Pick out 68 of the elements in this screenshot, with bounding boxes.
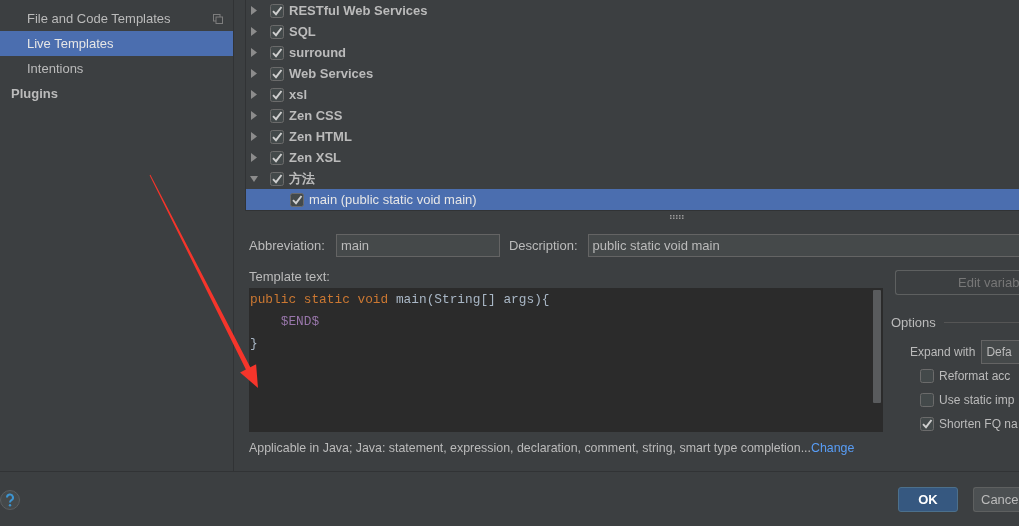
ok-button[interactable]: OK bbox=[898, 486, 958, 512]
checkbox[interactable] bbox=[920, 417, 934, 431]
checkbox[interactable] bbox=[270, 45, 284, 60]
checkbox[interactable] bbox=[270, 171, 284, 186]
template-group-label: SQL bbox=[289, 24, 316, 39]
tree-row[interactable]: surround bbox=[246, 42, 1019, 63]
sidebar-section[interactable]: Plugins bbox=[0, 81, 233, 106]
help-icon[interactable] bbox=[0, 490, 20, 510]
code-line: } bbox=[250, 335, 259, 353]
sidebar-item[interactable]: Live Templates bbox=[0, 31, 233, 56]
template-group-label: RESTful Web Services bbox=[289, 3, 428, 18]
template-group-label: Web Services bbox=[289, 66, 374, 81]
template-text-editor[interactable]: public static void main(String[] args){ $END$ } bbox=[249, 288, 883, 432]
checkbox[interactable] bbox=[270, 66, 284, 81]
description-label: Description: bbox=[508, 238, 578, 253]
expand-arrow-icon[interactable] bbox=[250, 69, 258, 78]
abbreviation-label: Abbreviation: bbox=[249, 238, 325, 253]
expand-arrow-icon[interactable] bbox=[250, 90, 258, 99]
tree-row[interactable]: RESTful Web Services bbox=[246, 0, 1019, 21]
template-group-label: surround bbox=[289, 45, 347, 60]
expand-with-dropdown[interactable]: Defa bbox=[981, 340, 1019, 364]
tree-row[interactable]: main (public static void main) bbox=[246, 189, 1019, 210]
expand-arrow-icon[interactable] bbox=[250, 132, 258, 141]
expand-arrow-icon[interactable] bbox=[250, 111, 258, 120]
tree-row[interactable]: xsl bbox=[246, 84, 1019, 105]
checkbox-label: Use static imp bbox=[939, 393, 1015, 407]
checkbox[interactable] bbox=[270, 24, 284, 39]
checkbox[interactable] bbox=[270, 150, 284, 165]
applicable-contexts-text: Applicable in Java; Java: statement, expression, declaration, comment, string, smart type completion...Change bbox=[249, 441, 855, 455]
tree-row[interactable]: SQL bbox=[246, 21, 1019, 42]
template-group-label: xsl bbox=[289, 87, 308, 102]
sidebar-item[interactable]: File and Code Templates bbox=[0, 6, 233, 31]
description-field[interactable]: public static void main bbox=[587, 234, 1019, 257]
template-group-label: 方法 bbox=[289, 169, 315, 188]
tree-row[interactable]: Zen XSL bbox=[246, 147, 1019, 168]
template-group-label: Zen CSS bbox=[289, 108, 343, 123]
expand-arrow-icon[interactable] bbox=[250, 48, 258, 57]
checkbox[interactable] bbox=[290, 192, 304, 207]
expand-arrow-icon[interactable] bbox=[250, 153, 258, 162]
options-title: Options bbox=[891, 314, 936, 330]
tree-row[interactable]: 方法 bbox=[246, 168, 1019, 189]
collapse-arrow-icon[interactable] bbox=[250, 174, 258, 183]
cancel-button[interactable]: Cance bbox=[973, 486, 1019, 512]
scrollbar-thumb[interactable] bbox=[873, 290, 881, 403]
checkbox[interactable] bbox=[270, 87, 284, 102]
change-link[interactable]: Change bbox=[811, 441, 855, 455]
tree-row[interactable]: Web Services bbox=[246, 63, 1019, 84]
checkbox[interactable] bbox=[920, 393, 934, 407]
checkbox[interactable] bbox=[920, 369, 934, 383]
expand-arrow-icon[interactable] bbox=[250, 27, 258, 36]
checkbox[interactable] bbox=[270, 129, 284, 144]
sidebar-item[interactable]: Intentions bbox=[0, 56, 233, 81]
template-group-label: Zen HTML bbox=[289, 129, 352, 144]
splitter-handle-icon[interactable] bbox=[670, 215, 684, 219]
checkbox[interactable] bbox=[270, 3, 284, 18]
tree-row[interactable]: Zen CSS bbox=[246, 105, 1019, 126]
checkbox-label: Shorten FQ na bbox=[939, 417, 1018, 431]
code-line: public static void main(String[] args){ bbox=[250, 291, 551, 309]
tree-row[interactable]: Zen HTML bbox=[246, 126, 1019, 147]
template-text-label: Template text: bbox=[249, 268, 330, 284]
expand-with-label: Expand with bbox=[910, 345, 976, 359]
abbreviation-field[interactable]: main bbox=[335, 234, 500, 257]
expand-arrow-icon[interactable] bbox=[250, 6, 258, 15]
code-line: $END$ bbox=[279, 313, 321, 331]
checkbox[interactable] bbox=[270, 108, 284, 123]
template-label: main (public static void main) bbox=[309, 192, 477, 207]
checkbox-label: Reformat acc bbox=[939, 369, 1011, 383]
template-group-label: Zen XSL bbox=[289, 150, 341, 165]
